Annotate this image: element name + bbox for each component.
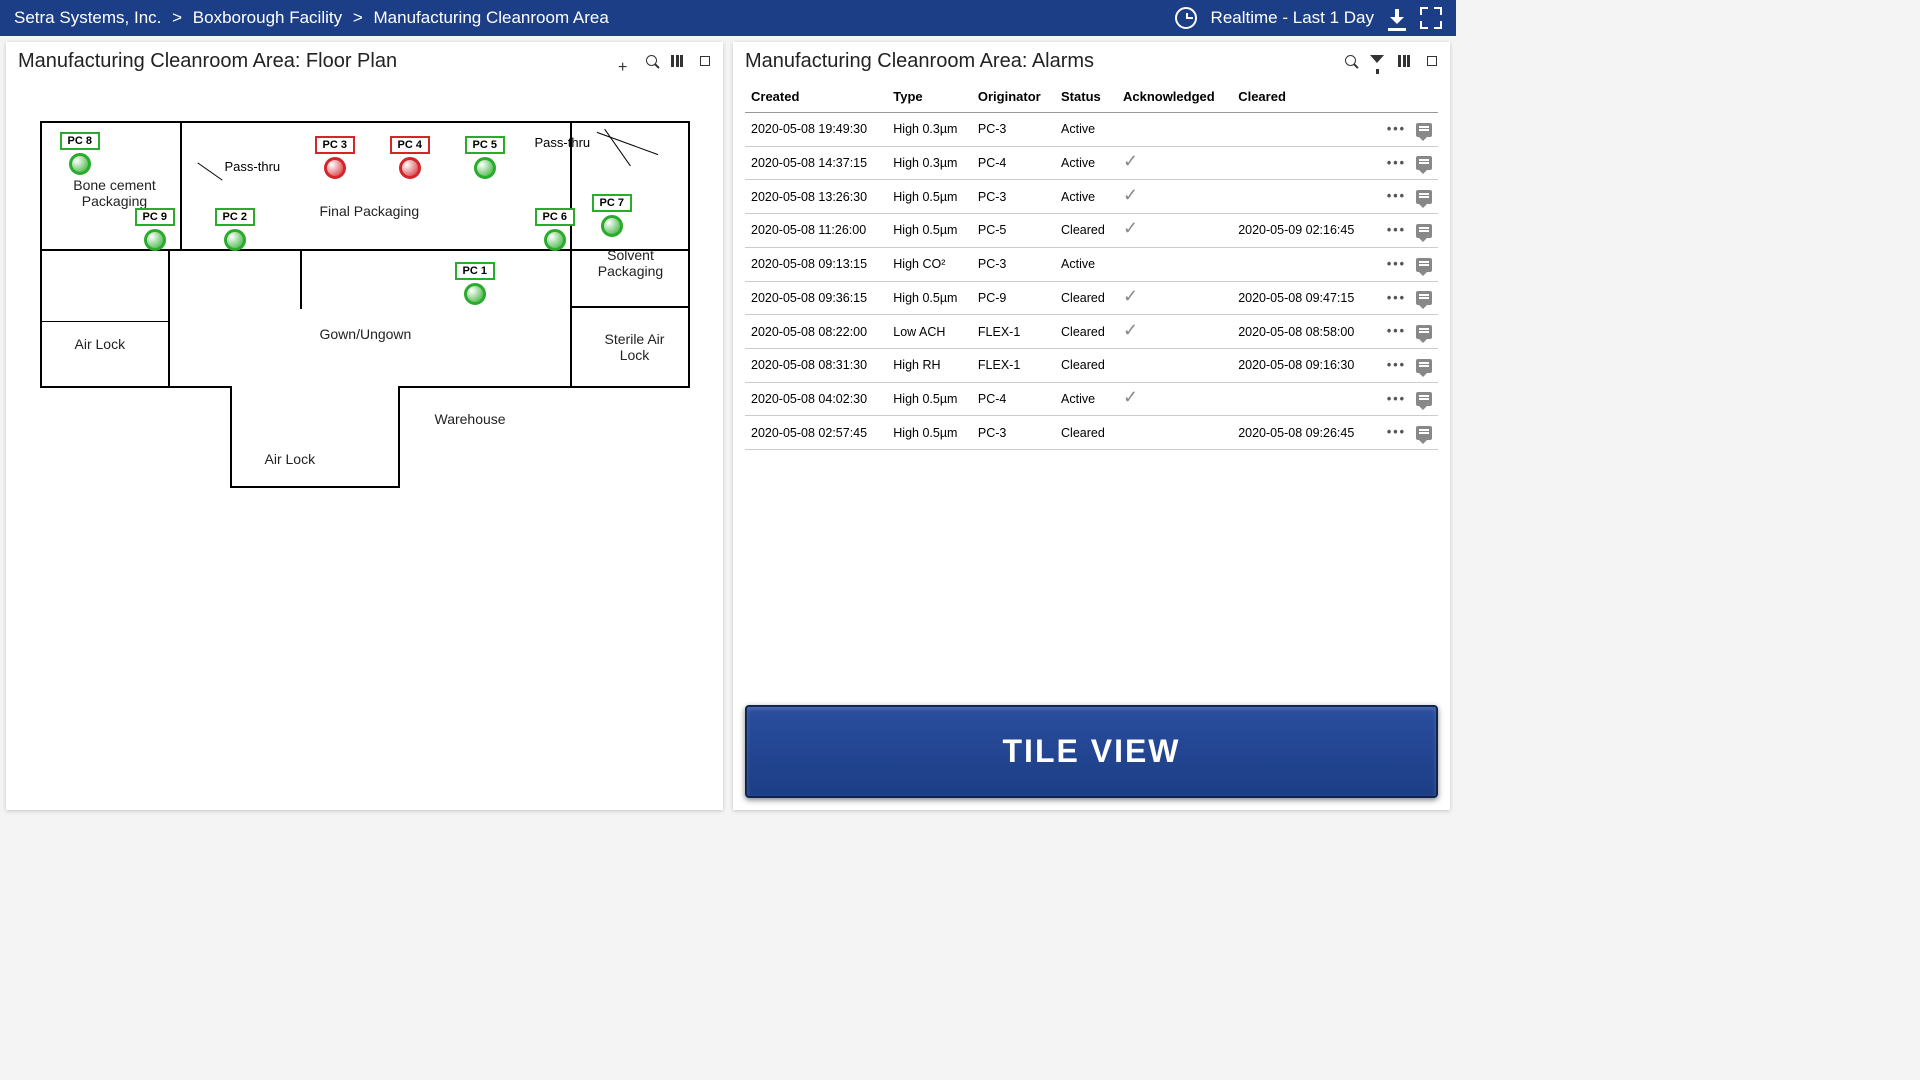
sensor-pc2[interactable]: PC 2 [215,207,255,251]
sensor-pc5[interactable]: PC 5 [465,135,505,179]
check-icon: ✓ [1123,185,1138,205]
table-row[interactable]: 2020-05-08 08:22:00Low ACHFLEX-1Cleared✓… [745,315,1438,349]
panel-title: Manufacturing Cleanroom Area: Alarms [745,50,1345,73]
search-icon[interactable] [1345,55,1356,66]
search-icon[interactable] [646,55,657,66]
room-label: Sterile Air Lock [595,331,675,363]
table-row[interactable]: 2020-05-08 14:37:15High 0.3µmPC-4Active✓… [745,146,1438,180]
sensor-pc4[interactable]: PC 4 [390,135,430,179]
more-icon[interactable]: ••• [1387,392,1406,406]
sensor-pc7[interactable]: PC 7 [592,193,632,237]
comment-icon[interactable] [1416,156,1432,170]
comment-icon[interactable] [1416,325,1432,339]
download-icon[interactable] [1388,9,1406,27]
more-icon[interactable]: ••• [1387,358,1406,372]
room-label: Final Packaging [320,203,420,219]
sensor-pc9[interactable]: PC 9 [135,207,175,251]
check-icon: ✓ [1123,320,1138,340]
more-icon[interactable]: ••• [1387,223,1406,237]
table-row[interactable]: 2020-05-08 11:26:00High 0.5µmPC-5Cleared… [745,214,1438,248]
room-label: Air Lock [265,451,316,467]
breadcrumb[interactable]: Setra Systems, Inc. > Boxborough Facilit… [14,8,1175,28]
column-header[interactable]: Cleared [1232,81,1374,113]
table-row[interactable]: 2020-05-08 19:49:30High 0.3µmPC-3Active•… [745,113,1438,147]
table-row[interactable]: 2020-05-08 08:31:30High RHFLEX-1Cleared2… [745,348,1438,382]
breadcrumb-item[interactable]: Setra Systems, Inc. [14,8,161,27]
floorplan-panel: Manufacturing Cleanroom Area: Floor Plan [6,42,723,810]
top-bar: Setra Systems, Inc. > Boxborough Facilit… [0,0,1456,36]
comment-icon[interactable] [1416,426,1432,440]
more-icon[interactable]: ••• [1387,425,1406,439]
room-label: Air Lock [75,336,126,352]
table-row[interactable]: 2020-05-08 09:36:15High 0.5µmPC-9Cleared… [745,281,1438,315]
tile-view-button[interactable]: TILE VIEW [745,705,1438,798]
check-icon: ✓ [1123,387,1138,407]
columns-icon[interactable] [1398,55,1412,69]
check-icon: ✓ [1123,218,1138,238]
table-row[interactable]: 2020-05-08 02:57:45High 0.5µmPC-3Cleared… [745,416,1438,450]
room-label: Solvent Packaging [586,247,676,279]
alarms-panel: Manufacturing Cleanroom Area: Alarms Cre… [733,42,1450,810]
more-icon[interactable]: ••• [1387,189,1406,203]
sensor-pc3[interactable]: PC 3 [315,135,355,179]
column-header[interactable]: Created [745,81,887,113]
table-row[interactable]: 2020-05-08 04:02:30High 0.5µmPC-4Active✓… [745,382,1438,416]
expand-icon[interactable] [1426,55,1438,67]
comment-icon[interactable] [1416,190,1432,204]
alarms-table: CreatedTypeOriginatorStatusAcknowledgedC… [745,81,1438,450]
more-icon[interactable]: ••• [1387,257,1406,271]
more-icon[interactable]: ••• [1387,156,1406,170]
comment-icon[interactable] [1416,359,1432,373]
fullscreen-exit-icon[interactable] [1420,7,1442,29]
more-icon[interactable]: ••• [1387,291,1406,305]
add-icon[interactable] [618,55,632,69]
filter-icon[interactable] [1370,55,1384,63]
comment-icon[interactable] [1416,123,1432,137]
expand-icon[interactable] [699,55,711,67]
table-row[interactable]: 2020-05-08 13:26:30High 0.5µmPC-3Active✓… [745,180,1438,214]
breadcrumb-item[interactable]: Boxborough Facility [193,8,342,27]
panel-title: Manufacturing Cleanroom Area: Floor Plan [18,50,618,73]
check-icon: ✓ [1123,151,1138,171]
sensor-pc1[interactable]: PC 1 [455,261,495,305]
passthru-label: Pass-thru [535,135,591,150]
sensor-pc6[interactable]: PC 6 [535,207,575,251]
room-label: Warehouse [435,411,506,427]
column-header[interactable]: Status [1055,81,1117,113]
floorplan[interactable]: Bone cement Packaging Final Packaging So… [18,121,711,798]
room-label: Bone cement Packaging [60,177,170,209]
column-header[interactable]: Type [887,81,972,113]
columns-icon[interactable] [671,55,685,69]
clock-icon[interactable] [1175,7,1197,29]
comment-icon[interactable] [1416,258,1432,272]
breadcrumb-item[interactable]: Manufacturing Cleanroom Area [374,8,609,27]
more-icon[interactable]: ••• [1387,324,1406,338]
comment-icon[interactable] [1416,291,1432,305]
column-header[interactable]: Acknowledged [1117,81,1232,113]
sensor-pc8[interactable]: PC 8 [60,131,100,175]
table-row[interactable]: 2020-05-08 09:13:15High CO²PC-3Active••• [745,247,1438,281]
column-header[interactable]: Originator [972,81,1055,113]
comment-icon[interactable] [1416,392,1432,406]
time-range-label[interactable]: Realtime - Last 1 Day [1211,8,1374,28]
comment-icon[interactable] [1416,224,1432,238]
more-icon[interactable]: ••• [1387,122,1406,136]
passthru-label: Pass-thru [225,159,281,174]
room-label: Gown/Ungown [320,326,412,342]
check-icon: ✓ [1123,286,1138,306]
